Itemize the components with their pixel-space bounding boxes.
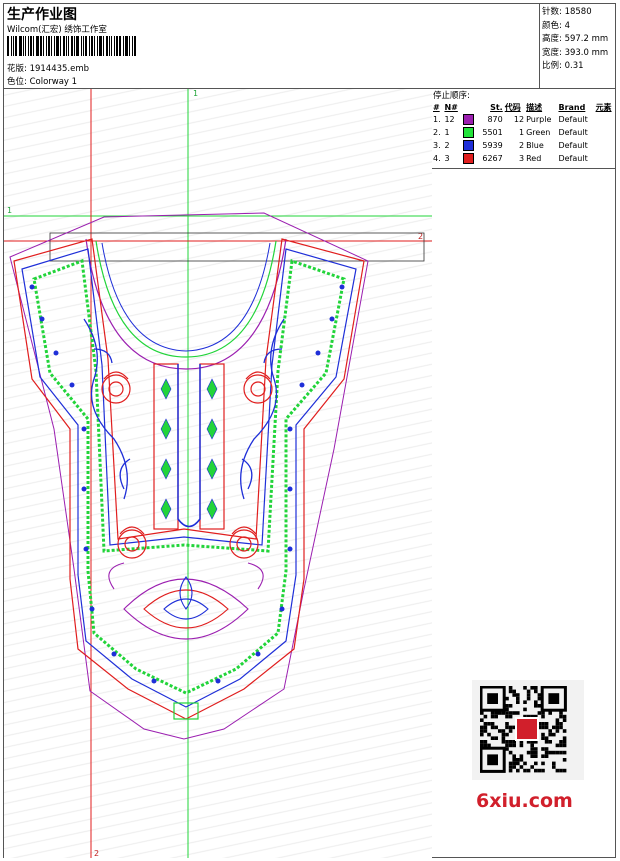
guide-label-h1: 1 (7, 206, 12, 215)
table-row: 2. 1 5501 1 Green Default (433, 127, 588, 138)
col-desc: 描述 (526, 102, 543, 112)
outer-outline (9, 212, 369, 740)
stat-width: 宽度: 393.0 mm (542, 47, 609, 58)
stat-colors: 颜色: 4 (542, 20, 570, 31)
stat-stitches: 针数: 18580 (542, 7, 592, 17)
qr-code-graphic (480, 686, 567, 773)
col-seq: # (433, 102, 440, 112)
neck-curve-blue (101, 242, 271, 352)
stat-scale: 比例: 0.31 (542, 61, 584, 71)
stats-divider (539, 3, 540, 88)
lotus-motif (108, 562, 264, 640)
color-swatch (462, 153, 474, 164)
flowers-red (101, 371, 273, 559)
design-file-value: 1914435.emb (29, 64, 90, 74)
color-sequence-table: # N# St. 代码 描述 Brand 元素 1. 12 870 12 Purpl… (432, 101, 616, 165)
stat-height: 高度: 597.2 mm (542, 34, 609, 44)
sheet-title: 生产作业图 (7, 7, 77, 23)
colorway-value: Colorway 1 (29, 77, 78, 87)
colorway-label: 色位: (7, 77, 27, 87)
hoop-frame (49, 232, 425, 262)
col-element: 元素 (595, 102, 612, 112)
placket-diamonds (160, 378, 218, 520)
col-brand: Brand (558, 102, 586, 112)
embroidery-design-canvas: 1 1 2 2 (4, 89, 432, 858)
placket-center (177, 364, 201, 528)
site-logo: 6xiu.com (476, 790, 573, 812)
qr-code (472, 680, 584, 780)
barcode (7, 36, 137, 56)
table-header-row: # N# St. 代码 描述 Brand 元素 (432, 101, 616, 113)
col-needle: N# (444, 102, 458, 112)
design-file-row: 花版: 1914435.emb (7, 62, 89, 74)
stats-panel: 针数: 18580 颜色: 4 高度: 597.2 mm 宽度: 393.0 m… (542, 6, 608, 74)
company-name: Wilcom(汇宏) 绣饰工作室 (7, 25, 107, 35)
table-divider (431, 168, 616, 169)
guide-label-v1: 1 (193, 89, 198, 98)
table-row: 1. 12 870 12 Purple Default (433, 114, 588, 125)
table-row: 4. 3 6267 3 Red Default (433, 153, 588, 164)
stop-sequence-heading: 停止顺序: (433, 91, 470, 101)
col-swatch (462, 101, 477, 113)
table-row: 3. 2 5939 2 Blue Default (433, 140, 588, 151)
border-band-blue (21, 248, 357, 708)
color-swatch (462, 127, 474, 138)
col-stitches: St. (490, 102, 503, 112)
colorway-row: 色位: Colorway 1 (7, 75, 77, 87)
bottom-tip (173, 702, 199, 720)
col-code: 代码 (504, 102, 521, 112)
neckline-embroidery-drawing: 1 1 2 2 (4, 89, 432, 858)
border-band-red (13, 238, 365, 720)
color-swatch (462, 140, 474, 151)
neck-curve-outer (85, 238, 287, 370)
design-file-label: 花版: (7, 64, 27, 74)
guide-label-v2: 2 (94, 849, 99, 858)
color-swatch (462, 114, 474, 125)
